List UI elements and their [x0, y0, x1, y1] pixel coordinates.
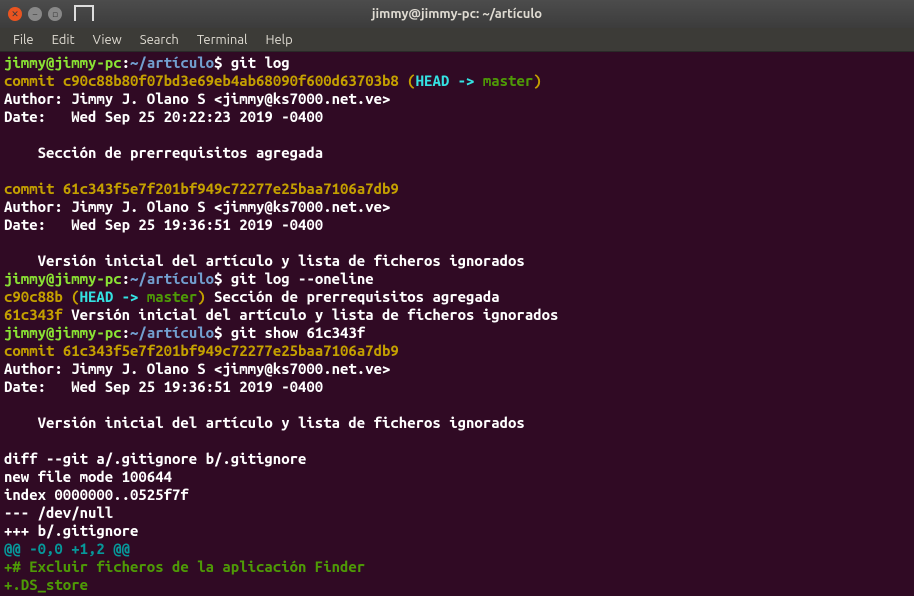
commit-msg: Versión inicial del artículo y lista de …: [4, 252, 525, 269]
terminal-output[interactable]: jimmy@jimmy-pc:~/artículo$ git log commi…: [0, 52, 914, 596]
oneline-hash: 61c343f: [4, 306, 63, 323]
paren-open: (: [63, 288, 80, 305]
menu-edit[interactable]: Edit: [43, 31, 84, 49]
diff-hunk: @@ -0,0 +1,2 @@: [4, 540, 130, 557]
prompt-cwd: ~/artículo: [130, 54, 214, 71]
diff-line: diff --git a/.gitignore b/.gitignore: [4, 450, 306, 467]
author-line: Author: Jimmy J. Olano S <jimmy@ks7000.n…: [4, 360, 390, 377]
diff-minus: --- /dev/null: [4, 504, 113, 521]
prompt-sep: :: [122, 54, 130, 71]
cmd-git-log-oneline: git log --oneline: [231, 270, 374, 287]
date-line: Date: Wed Sep 25 19:36:51 2019 -0400: [4, 378, 323, 395]
diff-add: +.DS_store: [4, 576, 88, 593]
prompt-cwd: ~/artículo: [130, 324, 214, 341]
window-controls: ✕ – ▫: [8, 7, 62, 21]
diff-plus: +++ b/.gitignore: [4, 522, 138, 539]
diff-newfile: new file mode 100644: [4, 468, 172, 485]
menu-search[interactable]: Search: [131, 31, 188, 49]
head-label: HEAD ->: [80, 288, 147, 305]
prompt-dollar: $: [214, 54, 231, 71]
window-title: jimmy@jimmy-pc: ~/artículo: [372, 7, 542, 21]
date-line: Date: Wed Sep 25 20:22:23 2019 -0400: [4, 108, 323, 125]
prompt-dollar: $: [214, 270, 231, 287]
prompt-cwd: ~/artículo: [130, 270, 214, 287]
branch-name: master: [483, 72, 533, 89]
branch-name: master: [147, 288, 197, 305]
prompt-user: jimmy@jimmy-pc: [4, 324, 122, 341]
head-label: HEAD ->: [416, 72, 483, 89]
diff-index: index 0000000..0525f7f: [4, 486, 189, 503]
date-line: Date: Wed Sep 25 19:36:51 2019 -0400: [4, 216, 323, 233]
commit-prefix: commit: [4, 342, 63, 359]
prompt-sep: :: [122, 324, 130, 341]
author-line: Author: Jimmy J. Olano S <jimmy@ks7000.n…: [4, 198, 390, 215]
commit-msg: Sección de prerrequisitos agregada: [4, 144, 323, 161]
cmd-git-log: git log: [231, 54, 290, 71]
paren-open: (: [399, 72, 416, 89]
commit-prefix: commit: [4, 72, 63, 89]
cmd-git-show: git show 61c343f: [231, 324, 365, 341]
maximize-icon[interactable]: ▫: [48, 7, 62, 21]
prompt-sep: :: [122, 270, 130, 287]
author-line: Author: Jimmy J. Olano S <jimmy@ks7000.n…: [4, 90, 390, 107]
paren-close: ): [533, 72, 541, 89]
commit-hash: 61c343f5e7f201bf949c72277e25baa7106a7db9: [63, 342, 399, 359]
oneline-msg: Sección de prerrequisitos agregada: [206, 288, 500, 305]
prompt-dollar: $: [214, 324, 231, 341]
commit-hash: 61c343f5e7f201bf949c72277e25baa7106a7db9: [63, 180, 399, 197]
menu-view[interactable]: View: [84, 31, 131, 49]
terminal-icon: [74, 5, 94, 21]
prompt-user: jimmy@jimmy-pc: [4, 54, 122, 71]
commit-hash: c90c88b80f07bd3e69eb4ab68090f600d63703b8: [63, 72, 399, 89]
minimize-icon[interactable]: –: [28, 7, 42, 21]
commit-prefix: commit: [4, 180, 63, 197]
paren-close: ): [197, 288, 205, 305]
oneline-hash: c90c88b: [4, 288, 63, 305]
menu-help[interactable]: Help: [256, 31, 301, 49]
menu-file[interactable]: File: [4, 31, 43, 49]
commit-msg: Versión inicial del artículo y lista de …: [4, 414, 525, 431]
menubar: File Edit View Search Terminal Help: [0, 28, 914, 52]
prompt-user: jimmy@jimmy-pc: [4, 270, 122, 287]
oneline-msg: Versión inicial del artículo y lista de …: [63, 306, 559, 323]
close-icon[interactable]: ✕: [8, 7, 22, 21]
window-titlebar: ✕ – ▫ jimmy@jimmy-pc: ~/artículo: [0, 0, 914, 28]
menu-terminal[interactable]: Terminal: [188, 31, 257, 49]
diff-add: +# Excluir ficheros de la aplicación Fin…: [4, 558, 365, 575]
